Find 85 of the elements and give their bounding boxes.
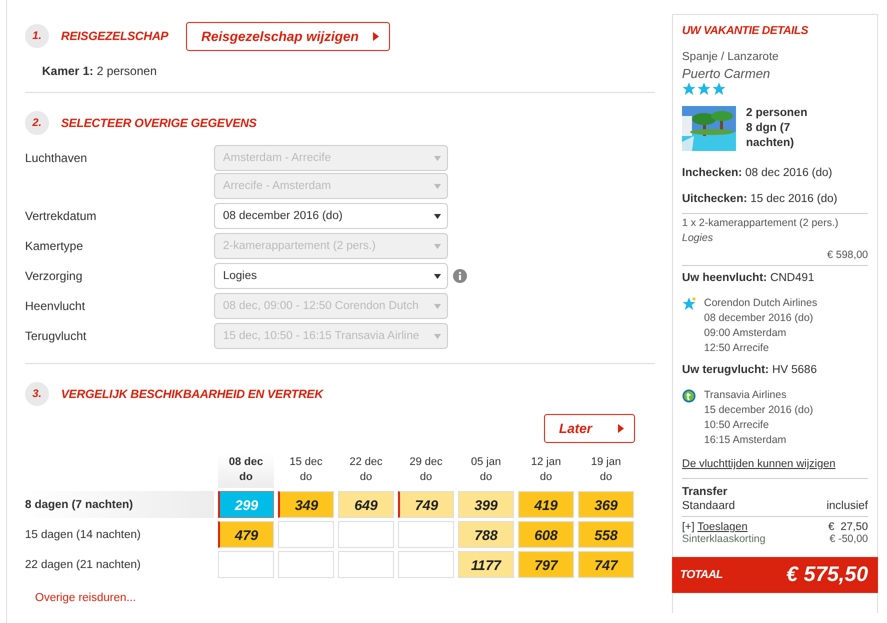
step-number: 3. bbox=[25, 382, 49, 406]
caret-icon bbox=[434, 274, 441, 278]
date-column-header[interactable]: 15 dec do bbox=[278, 453, 334, 488]
hotel-name: Puerto Carmen bbox=[682, 66, 772, 81]
field-label: Terugvlucht bbox=[25, 328, 88, 343]
total-price: € 575,50 bbox=[786, 563, 868, 587]
price-cell[interactable]: 608 bbox=[518, 521, 574, 548]
change-party-button[interactable]: Reisgezelschap wijzigen bbox=[186, 22, 390, 50]
price-cell[interactable]: 419 bbox=[518, 491, 574, 518]
section-title: SELECTEER OVERIGE GEGEVENS bbox=[61, 116, 257, 130]
surcharge-amount: € 27,50 bbox=[828, 521, 868, 533]
transfer-value: inclusief bbox=[826, 500, 868, 512]
price-cell[interactable]: 369 bbox=[578, 491, 634, 518]
step-number: 1. bbox=[25, 24, 49, 48]
departure-time: 09:00 Amsterdam bbox=[704, 326, 788, 341]
room-price: € 598,00 bbox=[826, 248, 868, 263]
price-cell[interactable]: 1177 bbox=[458, 551, 514, 578]
date-column-header[interactable]: 05 jan do bbox=[458, 453, 514, 488]
date-column-header[interactable]: 12 jan do bbox=[518, 453, 574, 488]
field-label: Kamertype bbox=[25, 238, 84, 253]
surcharges-link[interactable]: Toeslagen bbox=[697, 521, 748, 533]
duration-text: 8 dgn (7 nachten) bbox=[746, 121, 795, 151]
section-title: VERGELIJK BESCHIKBAARHEID EN VERTREK bbox=[61, 387, 323, 401]
flight-heading: Uw heenvlucht: CND491 bbox=[682, 272, 816, 284]
discount-amount: € -50,00 bbox=[829, 533, 868, 545]
date-column-header[interactable]: 22 dec do bbox=[338, 453, 394, 488]
sidebar-title: UW VAKANTIE DETAILS bbox=[682, 25, 810, 37]
expand-toggle[interactable]: [+] bbox=[682, 521, 695, 533]
caret-icon bbox=[434, 156, 441, 160]
caret-icon bbox=[434, 214, 441, 218]
price-cell[interactable]: 797 bbox=[518, 551, 574, 578]
caret-icon bbox=[434, 334, 441, 338]
arrival-time: 12:50 Arrecife bbox=[704, 341, 770, 356]
step-number: 2. bbox=[25, 111, 49, 135]
checkin-text: Inchecken: 08 dec 2016 (do) bbox=[682, 167, 834, 179]
star-icon bbox=[682, 297, 696, 311]
price-cell[interactable]: 747 bbox=[578, 551, 634, 578]
flight-date: 15 december 2016 (do) bbox=[704, 403, 814, 418]
caret-icon bbox=[372, 32, 379, 40]
room-summary: Kamer 1: 2 personen bbox=[42, 64, 158, 78]
airline-name: Corendon Dutch Airlines bbox=[704, 296, 818, 311]
caret-icon bbox=[434, 184, 441, 188]
more-durations-link[interactable]: Overige reisduren... bbox=[35, 592, 136, 604]
star-icon bbox=[712, 82, 726, 96]
select-field[interactable]: Logies bbox=[214, 263, 448, 289]
date-column-header[interactable]: 29 dec do bbox=[398, 453, 454, 488]
transfer-name: Standaard bbox=[682, 500, 736, 512]
flight-date: 08 december 2016 (do) bbox=[704, 311, 814, 326]
room-line: 1 x 2-kamerappartement (2 pers.) bbox=[682, 216, 840, 231]
circle-logo-icon bbox=[682, 389, 696, 403]
price-cell[interactable]: 558 bbox=[578, 521, 634, 548]
field-label: Verzorging bbox=[25, 268, 84, 283]
later-button[interactable]: Later bbox=[544, 414, 635, 443]
price-cell[interactable]: 479 bbox=[218, 521, 274, 548]
arrival-time: 16:15 Amsterdam bbox=[704, 433, 788, 448]
board-text: Logies bbox=[682, 231, 714, 246]
price-cell[interactable]: 649 bbox=[338, 491, 394, 518]
field-label: Heenvlucht bbox=[25, 298, 86, 313]
section-title: REISGEZELSCHAP bbox=[61, 29, 168, 43]
date-column-header[interactable]: 19 jan do bbox=[578, 453, 634, 488]
price-cell[interactable]: 788 bbox=[458, 521, 514, 548]
persons-text: 2 personen bbox=[746, 106, 808, 121]
caret-icon bbox=[434, 244, 441, 248]
transfer-title: Transfer bbox=[682, 485, 728, 500]
field-label: Vertrekdatum bbox=[25, 208, 98, 223]
price-cell[interactable]: 349 bbox=[278, 491, 334, 518]
departure-time: 10:50 Arrecife bbox=[704, 418, 770, 433]
field-label: Luchthaven bbox=[25, 150, 88, 165]
checkout-text: Uitchecken: 15 dec 2016 (do) bbox=[682, 193, 838, 205]
caret-icon bbox=[434, 304, 441, 308]
star-icon bbox=[682, 82, 696, 96]
info-icon[interactable] bbox=[453, 269, 467, 283]
flight-times-link[interactable]: De vluchttijden kunnen wijzigen bbox=[682, 458, 868, 470]
discount-label: Sinterklaaskorting bbox=[682, 533, 766, 545]
region-text: Spanje / Lanzarote bbox=[682, 51, 780, 63]
price-cell[interactable]: 399 bbox=[458, 491, 514, 518]
duration-label: 15 dagen (14 nachten) bbox=[24, 528, 142, 542]
star-icon bbox=[697, 82, 711, 96]
flight-heading: Uw terugvlucht: HV 5686 bbox=[682, 364, 818, 376]
airline-name: Transavia Airlines bbox=[704, 388, 788, 403]
duration-label: 22 dagen (21 nachten) bbox=[24, 558, 142, 572]
select-field[interactable]: 08 december 2016 (do) bbox=[214, 203, 448, 229]
price-cell[interactable]: 749 bbox=[398, 491, 454, 518]
total-label: TOTAAL bbox=[680, 569, 723, 581]
caret-icon bbox=[618, 424, 624, 433]
